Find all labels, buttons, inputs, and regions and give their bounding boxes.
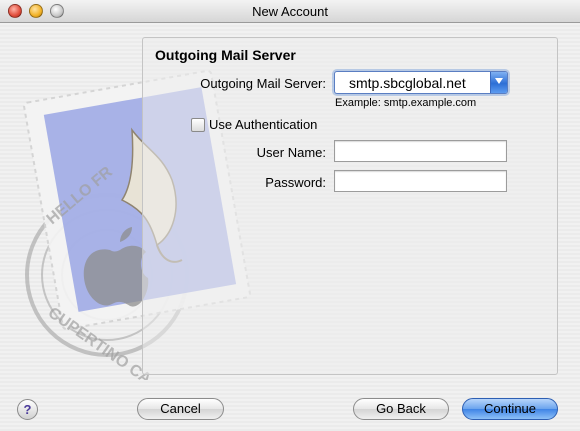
section-title: Outgoing Mail Server (155, 47, 296, 63)
help-button[interactable]: ? (17, 399, 38, 420)
password-field[interactable] (334, 170, 507, 192)
go-back-button[interactable]: Go Back (353, 398, 449, 420)
window-title: New Account (252, 4, 328, 19)
password-input[interactable] (335, 171, 506, 191)
use-authentication-label[interactable]: Use Authentication (209, 117, 317, 132)
server-dropdown-button[interactable] (490, 72, 507, 93)
use-authentication-checkbox[interactable] (191, 118, 205, 132)
cancel-button[interactable]: Cancel (137, 398, 224, 420)
continue-button[interactable]: Continue (462, 398, 558, 420)
outgoing-server-label: Outgoing Mail Server: (200, 76, 326, 91)
password-label: Password: (265, 175, 326, 190)
user-name-input[interactable] (335, 141, 506, 161)
title-bar: New Account (0, 0, 580, 23)
outgoing-server-value[interactable]: smtp.sbcglobal.net (349, 75, 466, 91)
chevron-down-icon (495, 78, 503, 84)
user-name-label: User Name: (256, 145, 326, 160)
outgoing-server-combobox[interactable]: smtp.sbcglobal.net (334, 71, 508, 94)
user-name-field[interactable] (334, 140, 507, 162)
server-example-hint: Example: smtp.example.com (335, 97, 477, 109)
